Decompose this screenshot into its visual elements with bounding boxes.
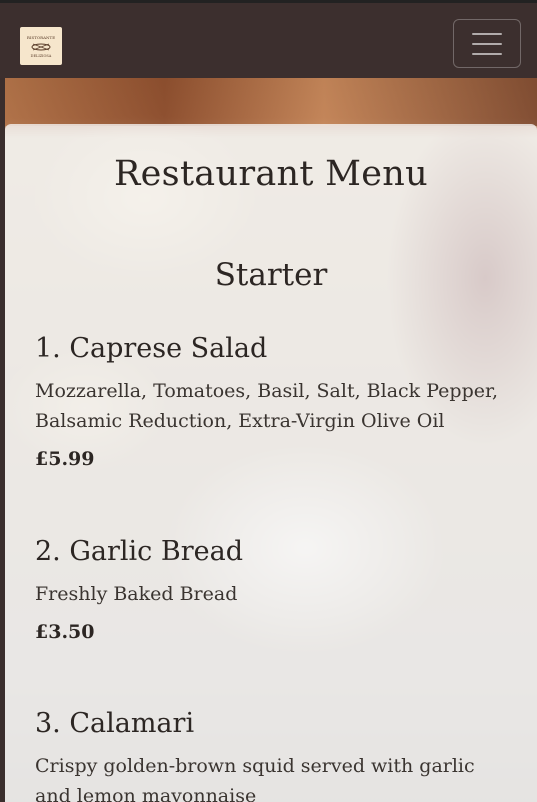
menu-item-price: £3.50	[35, 621, 95, 643]
menu-item-name: 3. Calamari	[35, 708, 195, 739]
brand-logo[interactable]: RISTORANTE DELIZIOSA	[20, 27, 62, 65]
hamburger-menu-icon	[472, 32, 502, 55]
menu-title: Restaurant Menu	[114, 154, 428, 194]
navbar-toggler-button[interactable]	[453, 19, 521, 68]
top-navbar: RISTORANTE DELIZIOSA	[0, 0, 537, 78]
menu-item-name: 1. Caprese Salad	[35, 333, 268, 364]
hero-bread-strip	[5, 78, 537, 126]
section-title-starter: Starter	[214, 257, 328, 293]
brand-logo-icon: RISTORANTE DELIZIOSA	[27, 35, 55, 58]
menu-item: 1. Caprese Salad Mozzarella, Tomatoes, B…	[35, 332, 505, 470]
logo-top-text: RISTORANTE	[27, 35, 55, 40]
logo-bottom-text: DELIZIOSA	[31, 54, 52, 58]
menu-item: 3. Calamari Crispy golden-brown squid se…	[35, 707, 505, 802]
menu-item-description: Crispy golden-brown squid served with ga…	[35, 755, 475, 802]
menu-card: Restaurant Menu Starter 1. Caprese Salad…	[5, 124, 537, 802]
menu-item-description: Mozzarella, Tomatoes, Basil, Salt, Black…	[35, 380, 499, 432]
menu-item-name: 2. Garlic Bread	[35, 536, 243, 567]
menu-item: 2. Garlic Bread Freshly Baked Bread £3.5…	[35, 535, 505, 643]
menu-item-description: Freshly Baked Bread	[35, 583, 238, 605]
menu-item-price: £5.99	[35, 448, 95, 470]
